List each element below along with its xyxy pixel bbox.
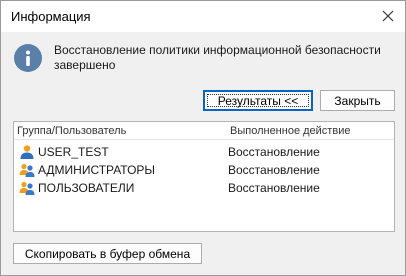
results-toggle-button[interactable]: Результаты <<	[203, 90, 313, 111]
group-icon	[19, 181, 35, 195]
close-button[interactable]: Закрыть	[320, 90, 395, 111]
table-row[interactable]: ПОЛЬЗОВАТЕЛИ Восстановление	[14, 179, 394, 197]
close-window-button[interactable]	[377, 5, 399, 27]
row-name: USER_TEST	[38, 145, 109, 159]
title-bar: Информация	[1, 1, 405, 32]
copy-button-label: Скопировать в буфер обмена	[24, 246, 191, 261]
close-button-label: Закрыть	[334, 93, 381, 108]
row-action: Восстановление	[228, 163, 320, 177]
window-title: Информация	[11, 9, 91, 24]
table-row[interactable]: USER_TEST Восстановление	[14, 143, 394, 161]
row-action: Восстановление	[228, 145, 320, 159]
results-table[interactable]: Группа/Пользователь Выполненное действие…	[13, 121, 395, 232]
row-name: АДМИНИСТРАТОРЫ	[38, 163, 156, 177]
table-row[interactable]: АДМИНИСТРАТОРЫ Восстановление	[14, 161, 394, 179]
table-header: Группа/Пользователь Выполненное действие	[14, 122, 394, 140]
column-header-action[interactable]: Выполненное действие	[230, 125, 350, 137]
group-icon	[19, 163, 35, 177]
info-icon	[14, 44, 42, 72]
row-action: Восстановление	[228, 181, 320, 195]
close-icon	[382, 10, 394, 22]
status-message: Восстановление политики информационной б…	[54, 43, 381, 72]
row-name: ПОЛЬЗОВАТЕЛИ	[38, 181, 135, 195]
info-dialog: Информация Восстановление политики инфор…	[0, 0, 406, 276]
column-header-user[interactable]: Группа/Пользователь	[17, 125, 126, 137]
copy-to-clipboard-button[interactable]: Скопировать в буфер обмена	[13, 243, 202, 264]
user-icon	[20, 145, 34, 159]
focus-outline	[207, 94, 309, 107]
